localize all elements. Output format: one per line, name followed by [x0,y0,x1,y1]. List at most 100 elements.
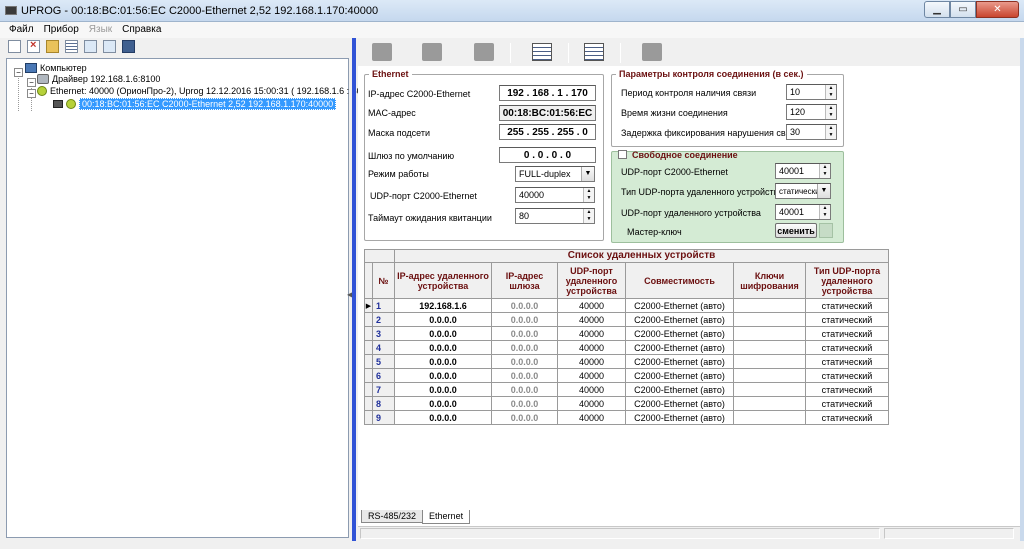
spin-icon[interactable]: ▲ ▼ [819,164,830,178]
chevron-down-icon[interactable]: ▼ [581,167,594,181]
read-config-icon[interactable] [84,40,97,53]
cell-gateway-ip[interactable]: 0.0.0.0 [491,354,558,369]
cell-gateway-ip[interactable]: 0.0.0.0 [491,410,558,425]
col-header-udp-type[interactable]: Тип UDP-порта удаленного устройства [805,262,889,299]
cell-udp-type[interactable]: статический [805,410,889,425]
cell-gateway-ip[interactable]: 0.0.0.0 [491,368,558,383]
lifetime-stepper[interactable]: 120 ▲ ▼ [786,104,837,120]
cell-udp-type[interactable]: статический [805,326,889,341]
change-master-key-button[interactable]: сменить [775,223,817,238]
table-row[interactable]: 4 0.0.0.0 0.0.0.0 40000 С2000-Ethernet (… [364,340,889,355]
menu-file[interactable]: Файл [4,22,39,38]
cell-compatibility[interactable]: С2000-Ethernet (авто) [625,368,734,383]
tab-ethernet[interactable]: Ethernet [422,510,471,524]
cell-remote-ip[interactable]: 0.0.0.0 [394,410,492,425]
mask-input[interactable]: 255 . 255 . 255 . 0 [499,124,596,140]
timeout-stepper[interactable]: 80 ▲ ▼ [515,208,595,224]
cell-remote-udp[interactable]: 40000 [557,382,626,397]
tree-node-device[interactable]: 00:18:BC:01:56:EC C2000-Ethernet 2,52 19… [53,98,337,110]
menu-help[interactable]: Справка [117,22,166,38]
col-header-gateway-ip[interactable]: IP-адрес шлюза [491,262,558,299]
chevron-down-icon[interactable]: ▼ [817,184,830,198]
table-row[interactable]: 9 0.0.0.0 0.0.0.0 40000 С2000-Ethernet (… [364,410,889,425]
cell-keys[interactable] [733,368,806,383]
firmware-icon[interactable] [642,43,662,61]
new-file-icon[interactable] [8,40,21,53]
close-button[interactable]: ✕ [976,1,1019,18]
cell-compatibility[interactable]: С2000-Ethernet (авто) [625,410,734,425]
cell-keys[interactable] [733,382,806,397]
cell-remote-ip[interactable]: 0.0.0.0 [394,396,492,411]
cell-gateway-ip[interactable]: 0.0.0.0 [491,340,558,355]
table-row[interactable]: ▶ 1 192.168.1.6 0.0.0.0 40000 С2000-Ethe… [364,298,889,313]
table-row[interactable]: 8 0.0.0.0 0.0.0.0 40000 С2000-Ethernet (… [364,396,889,411]
cell-udp-type[interactable]: статический [805,354,889,369]
config-edit-icon[interactable] [584,43,604,61]
spin-icon[interactable]: ▲ ▼ [825,125,836,139]
minimize-button[interactable]: ▁ [924,1,950,18]
menu-device[interactable]: Прибор [39,22,84,38]
ip-input[interactable]: 192 . 168 . 1 . 170 [499,85,596,101]
free-udp-stepper[interactable]: 40001 ▲ ▼ [775,163,831,179]
cell-udp-type[interactable]: статический [805,312,889,327]
col-header-remote-ip[interactable]: IP-адрес удаленного устройства [394,262,492,299]
write-icon[interactable] [422,43,442,61]
table-row[interactable]: 2 0.0.0.0 0.0.0.0 40000 С2000-Ethernet (… [364,312,889,327]
properties-icon[interactable] [65,40,78,53]
read-icon[interactable] [372,43,392,61]
cell-compatibility[interactable]: С2000-Ethernet (авто) [625,354,734,369]
gateway-input[interactable]: 0 . 0 . 0 . 0 [499,147,596,163]
tree-expander[interactable]: − [27,78,36,87]
cell-compatibility[interactable]: С2000-Ethernet (авто) [625,340,734,355]
udp-port-stepper[interactable]: 40000 ▲ ▼ [515,187,595,203]
cell-gateway-ip[interactable]: 0.0.0.0 [491,396,558,411]
save-disk-icon[interactable] [474,43,494,61]
cell-compatibility[interactable]: С2000-Ethernet (авто) [625,298,734,313]
cell-compatibility[interactable]: С2000-Ethernet (авто) [625,312,734,327]
cell-compatibility[interactable]: С2000-Ethernet (авто) [625,326,734,341]
write-config-icon[interactable] [103,40,116,53]
table-row[interactable]: 5 0.0.0.0 0.0.0.0 40000 С2000-Ethernet (… [364,354,889,369]
cell-remote-udp[interactable]: 40000 [557,340,626,355]
cell-remote-ip[interactable]: 0.0.0.0 [394,312,492,327]
free-type-select[interactable]: статически ▼ [775,183,831,199]
table-row[interactable]: 7 0.0.0.0 0.0.0.0 40000 С2000-Ethernet (… [364,382,889,397]
spin-icon[interactable]: ▲ ▼ [583,209,594,223]
tab-rs485[interactable]: RS-485/232 [361,510,424,523]
free-remote-stepper[interactable]: 40001 ▲ ▼ [775,204,831,220]
table-row[interactable]: 6 0.0.0.0 0.0.0.0 40000 С2000-Ethernet (… [364,368,889,383]
cell-keys[interactable] [733,312,806,327]
free-connection-checkbox[interactable] [618,150,627,159]
cell-udp-type[interactable]: статический [805,382,889,397]
cell-remote-ip[interactable]: 0.0.0.0 [394,382,492,397]
spin-icon[interactable]: ▲ ▼ [825,85,836,99]
cell-udp-type[interactable]: статический [805,368,889,383]
cell-gateway-ip[interactable]: 0.0.0.0 [491,326,558,341]
cell-remote-udp[interactable]: 40000 [557,326,626,341]
mode-select[interactable]: FULL-duplex ▼ [515,166,595,182]
cell-remote-ip[interactable]: 0.0.0.0 [394,340,492,355]
cell-remote-ip[interactable]: 0.0.0.0 [394,368,492,383]
cell-remote-udp[interactable]: 40000 [557,368,626,383]
tree-expander[interactable]: − [27,89,36,98]
cell-remote-udp[interactable]: 40000 [557,312,626,327]
cell-compatibility[interactable]: С2000-Ethernet (авто) [625,396,734,411]
menu-language[interactable]: Язык [84,22,117,38]
tree-node-computer[interactable]: Компьютер [25,63,87,73]
cell-compatibility[interactable]: С2000-Ethernet (авто) [625,382,734,397]
spin-icon[interactable]: ▲ ▼ [583,188,594,202]
cell-remote-udp[interactable]: 40000 [557,354,626,369]
cell-remote-ip[interactable]: 0.0.0.0 [394,354,492,369]
cell-gateway-ip[interactable]: 0.0.0.0 [491,382,558,397]
cell-keys[interactable] [733,326,806,341]
cell-keys[interactable] [733,396,806,411]
cell-remote-ip[interactable]: 192.168.1.6 [394,298,492,313]
cell-remote-udp[interactable]: 40000 [557,410,626,425]
cell-udp-type[interactable]: статический [805,396,889,411]
cell-remote-ip[interactable]: 0.0.0.0 [394,326,492,341]
col-header-remote-udp[interactable]: UDP-порт удаленного устройства [557,262,626,299]
col-header-keys[interactable]: Ключи шифрования [733,262,806,299]
cell-keys[interactable] [733,354,806,369]
save-icon[interactable] [122,40,135,53]
col-header-compatibility[interactable]: Совместимость [625,262,734,299]
